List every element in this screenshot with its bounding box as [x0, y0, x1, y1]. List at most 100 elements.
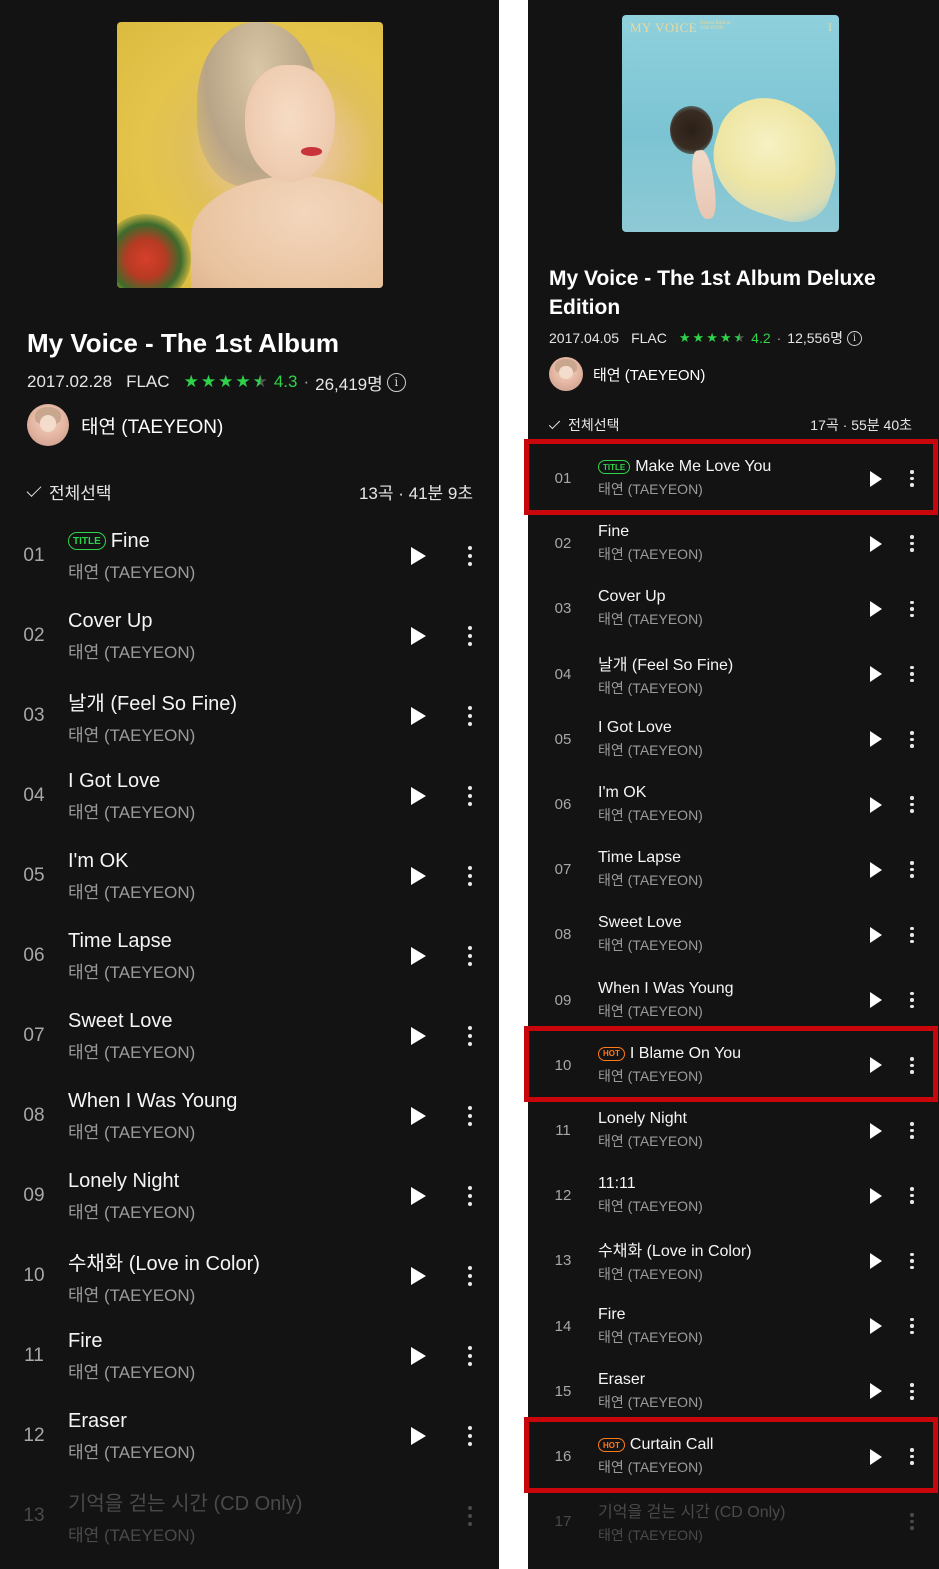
more-vertical-icon[interactable]	[905, 1251, 919, 1271]
track-row[interactable]: 04 날개 (Feel So Fine) 태연 (TAEYEON)	[528, 642, 939, 707]
more-vertical-icon[interactable]	[460, 1104, 480, 1128]
more-vertical-icon[interactable]	[460, 704, 480, 728]
play-icon[interactable]	[870, 1448, 882, 1465]
play-icon[interactable]	[870, 1187, 882, 1204]
play-icon[interactable]	[411, 1347, 426, 1365]
track-row[interactable]: 08 Sweet Love 태연 (TAEYEON)	[528, 902, 939, 967]
track-title-line: Sweet Love	[598, 914, 870, 932]
play-icon[interactable]	[870, 1252, 882, 1269]
more-vertical-icon[interactable]	[905, 664, 919, 684]
track-row[interactable]: 12 Eraser 태연 (TAEYEON)	[0, 1396, 499, 1476]
track-row[interactable]: 13 수채화 (Love in Color) 태연 (TAEYEON)	[528, 1228, 939, 1293]
track-row[interactable]: 11 Fire 태연 (TAEYEON)	[0, 1316, 499, 1396]
play-icon[interactable]	[870, 535, 882, 552]
track-row[interactable]: 01 TITLE Fine 태연 (TAEYEON)	[0, 516, 499, 596]
track-row[interactable]: 10 수채화 (Love in Color) 태연 (TAEYEON)	[0, 1236, 499, 1316]
more-vertical-icon[interactable]	[905, 469, 919, 489]
more-vertical-icon[interactable]	[460, 1184, 480, 1208]
play-icon[interactable]	[411, 947, 426, 965]
more-vertical-icon[interactable]	[460, 1504, 480, 1528]
more-vertical-icon[interactable]	[905, 1186, 919, 1206]
track-artist: 태연 (TAEYEON)	[598, 1133, 703, 1149]
play-icon[interactable]	[870, 992, 882, 1009]
track-row[interactable]: 14 Fire 태연 (TAEYEON)	[528, 1294, 939, 1359]
more-vertical-icon[interactable]	[460, 1344, 480, 1368]
track-row[interactable]: 07 Sweet Love 태연 (TAEYEON)	[0, 996, 499, 1076]
play-icon[interactable]	[411, 1107, 426, 1125]
track-row[interactable]: 11 Lonely Night 태연 (TAEYEON)	[528, 1098, 939, 1163]
more-vertical-icon[interactable]	[905, 1382, 919, 1402]
play-icon[interactable]	[411, 1027, 426, 1045]
album-cover[interactable]	[117, 22, 383, 288]
more-vertical-icon[interactable]	[460, 544, 480, 568]
more-vertical-icon[interactable]	[905, 534, 919, 554]
play-icon[interactable]	[870, 600, 882, 617]
play-icon[interactable]	[870, 1057, 882, 1074]
track-row[interactable]: 12 11:11 태연 (TAEYEON)	[528, 1163, 939, 1228]
track-row[interactable]: 07 Time Lapse 태연 (TAEYEON)	[528, 837, 939, 902]
star-icon: ★	[678, 330, 691, 345]
play-icon[interactable]	[870, 1122, 882, 1139]
track-row[interactable]: 17 기억을 걷는 시간 (CD Only) 태연 (TAEYEON)	[528, 1489, 939, 1554]
track-row[interactable]: 13 기억을 걷는 시간 (CD Only) 태연 (TAEYEON)	[0, 1476, 499, 1556]
play-icon[interactable]	[411, 547, 426, 565]
more-vertical-icon[interactable]	[905, 795, 919, 815]
track-row[interactable]: 05 I Got Love 태연 (TAEYEON)	[528, 707, 939, 772]
play-icon[interactable]	[411, 627, 426, 645]
track-row[interactable]: 05 I'm OK 태연 (TAEYEON)	[0, 836, 499, 916]
track-row[interactable]: 03 Cover Up 태연 (TAEYEON)	[528, 576, 939, 641]
track-title-line: 11:11	[598, 1175, 870, 1193]
more-vertical-icon[interactable]	[460, 1264, 480, 1288]
more-vertical-icon[interactable]	[460, 864, 480, 888]
info-icon[interactable]: i	[386, 372, 406, 392]
more-vertical-icon[interactable]	[905, 1512, 919, 1532]
more-vertical-icon[interactable]	[905, 730, 919, 750]
more-vertical-icon[interactable]	[905, 1447, 919, 1467]
more-vertical-icon[interactable]	[905, 599, 919, 619]
more-vertical-icon[interactable]	[460, 784, 480, 808]
track-row[interactable]: 08 When I Was Young 태연 (TAEYEON)	[0, 1076, 499, 1156]
play-icon[interactable]	[870, 470, 882, 487]
play-icon[interactable]	[411, 867, 426, 885]
play-icon[interactable]	[411, 787, 426, 805]
track-row[interactable]: 02 Cover Up 태연 (TAEYEON)	[0, 596, 499, 676]
track-row[interactable]: 09 Lonely Night 태연 (TAEYEON)	[0, 1156, 499, 1236]
more-vertical-icon[interactable]	[905, 925, 919, 945]
play-icon[interactable]	[870, 666, 882, 683]
album-cover[interactable]: MY VOICE Deluxe Edition TAEYEON I	[622, 15, 839, 232]
play-icon[interactable]	[870, 861, 882, 878]
play-icon[interactable]	[411, 1187, 426, 1205]
more-vertical-icon[interactable]	[905, 990, 919, 1010]
select-all-button[interactable]: 전체선택	[26, 479, 112, 504]
play-icon[interactable]	[870, 731, 882, 748]
play-icon[interactable]	[870, 926, 882, 943]
track-row[interactable]: 03 날개 (Feel So Fine) 태연 (TAEYEON)	[0, 676, 499, 756]
more-vertical-icon[interactable]	[460, 1024, 480, 1048]
more-vertical-icon[interactable]	[905, 860, 919, 880]
more-vertical-icon[interactable]	[905, 1056, 919, 1076]
more-vertical-icon[interactable]	[460, 944, 480, 968]
play-icon[interactable]	[411, 707, 426, 725]
track-row[interactable]: 01 TITLE Make Me Love You 태연 (TAEYEON)	[528, 446, 939, 511]
more-vertical-icon[interactable]	[460, 1424, 480, 1448]
track-row[interactable]: 06 I'm OK 태연 (TAEYEON)	[528, 772, 939, 837]
track-row[interactable]: 10 HOT I Blame On You 태연 (TAEYEON)	[528, 1033, 939, 1098]
track-row[interactable]: 04 I Got Love 태연 (TAEYEON)	[0, 756, 499, 836]
track-row[interactable]: 06 Time Lapse 태연 (TAEYEON)	[0, 916, 499, 996]
play-icon[interactable]	[411, 1267, 426, 1285]
info-icon[interactable]: i	[847, 330, 862, 346]
more-vertical-icon[interactable]	[460, 624, 480, 648]
more-vertical-icon[interactable]	[905, 1121, 919, 1141]
select-all-button[interactable]: 전체선택	[548, 415, 620, 435]
artist-link[interactable]: 태연 (TAEYEON)	[549, 357, 705, 391]
artist-link[interactable]: 태연 (TAEYEON)	[27, 404, 223, 446]
play-icon[interactable]	[870, 796, 882, 813]
play-icon[interactable]	[870, 1318, 882, 1335]
track-row[interactable]: 15 Eraser 태연 (TAEYEON)	[528, 1359, 939, 1424]
track-row[interactable]: 16 HOT Curtain Call 태연 (TAEYEON)	[528, 1424, 939, 1489]
play-icon[interactable]	[411, 1427, 426, 1445]
track-row[interactable]: 09 When I Was Young 태연 (TAEYEON)	[528, 968, 939, 1033]
more-vertical-icon[interactable]	[905, 1316, 919, 1336]
play-icon[interactable]	[870, 1383, 882, 1400]
track-row[interactable]: 02 Fine 태연 (TAEYEON)	[528, 511, 939, 576]
